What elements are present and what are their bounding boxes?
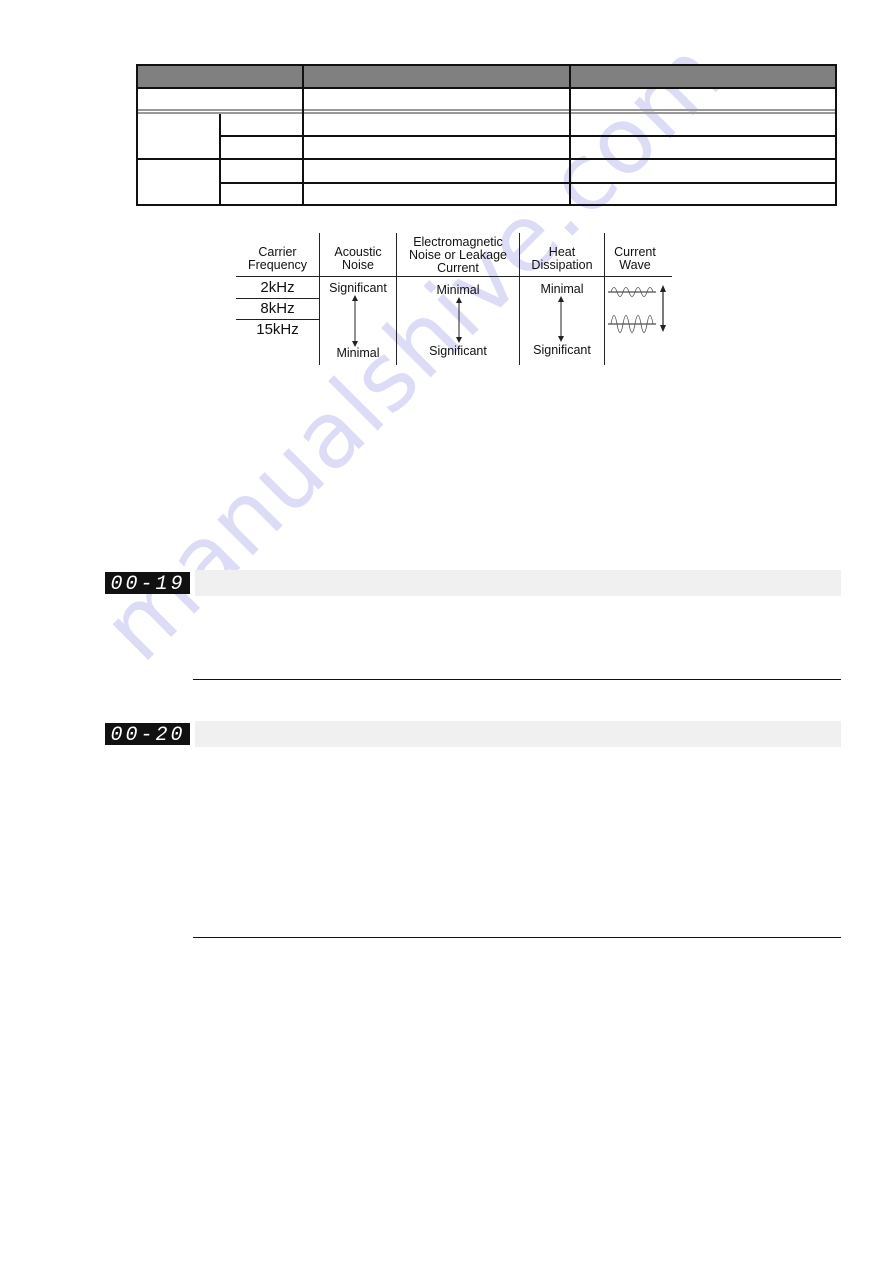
table-border: [136, 87, 837, 89]
diagram-row-rule: [236, 298, 319, 299]
frequency-8khz: 8kHz: [260, 300, 295, 317]
parameter-table: [136, 64, 837, 206]
parameter-title-bar: [195, 570, 841, 596]
double-arrow-icon: [352, 295, 358, 347]
parameter-code-badge: 00-19: [105, 572, 190, 594]
current-wave-icon: [608, 285, 666, 333]
table-border: [136, 204, 837, 206]
table-header-cell: [570, 64, 837, 87]
frequency-2khz: 2kHz: [260, 279, 295, 296]
header-line: Dissipation: [531, 258, 593, 272]
table-border: [136, 64, 138, 206]
seven-segment-display: 00-19: [110, 573, 185, 593]
header-acoustic-noise: Acoustic Noise: [320, 246, 396, 272]
section-divider: [193, 937, 841, 938]
header-em-noise: Electromagnetic Noise or Leakage Current: [397, 236, 519, 275]
acoustic-noise-bottom: Minimal: [336, 346, 380, 360]
table-border: [136, 64, 837, 66]
table-double-border: [136, 109, 837, 114]
header-line: Noise: [342, 258, 374, 272]
table-border: [835, 64, 837, 206]
heat-bottom: Significant: [533, 343, 591, 357]
double-arrow-icon: [456, 297, 462, 343]
parameter-code: 00-19: [110, 573, 185, 593]
header-carrier-frequency: Carrier Frequency: [236, 246, 319, 272]
diagram-row-rule: [236, 319, 319, 320]
header-line: Current: [437, 261, 479, 275]
table-border: [302, 64, 304, 206]
parameter-code: 00-20: [110, 724, 185, 744]
table-header-cell: [136, 64, 302, 87]
header-line: Wave: [619, 258, 651, 272]
parameter-code-badge: 00-20: [105, 723, 190, 745]
diagram-header-rule: [236, 276, 672, 277]
double-arrow-icon: [558, 296, 564, 342]
em-noise-top: Minimal: [436, 283, 480, 297]
header-current-wave: Current Wave: [605, 246, 665, 272]
acoustic-noise-top: Significant: [329, 281, 387, 295]
table-border: [219, 114, 221, 206]
parameter-title-bar: [195, 721, 841, 747]
carrier-frequency-diagram: Carrier Frequency Acoustic Noise Electro…: [236, 233, 676, 368]
table-border: [136, 158, 837, 160]
table-border: [219, 135, 837, 137]
section-divider: [193, 679, 841, 680]
table-border: [219, 182, 837, 184]
table-header-cell: [303, 64, 569, 87]
table-border: [569, 64, 571, 206]
em-noise-bottom: Significant: [429, 344, 487, 358]
heat-top: Minimal: [540, 282, 584, 296]
header-heat-dissipation: Heat Dissipation: [520, 246, 604, 272]
seven-segment-display: 00-20: [110, 724, 185, 744]
frequency-15khz: 15kHz: [256, 321, 299, 338]
header-line: Frequency: [247, 258, 308, 272]
